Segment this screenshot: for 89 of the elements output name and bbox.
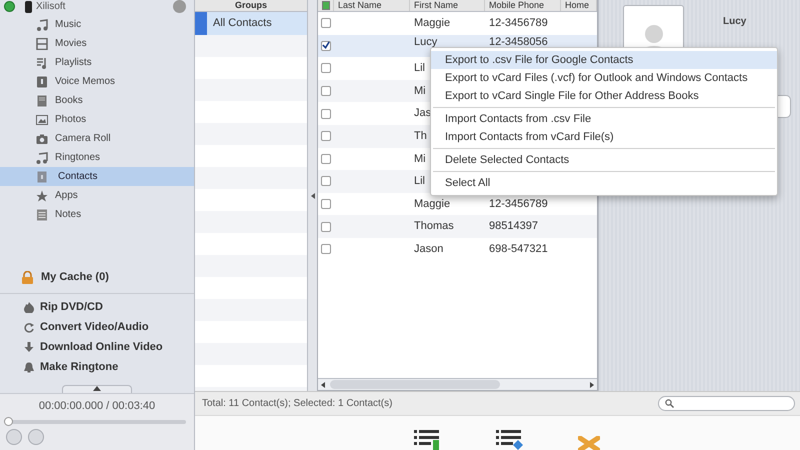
sidebar-item[interactable]: Voice Memos bbox=[0, 72, 194, 91]
row-checkbox[interactable] bbox=[321, 108, 331, 119]
horizontal-scrollbar[interactable] bbox=[318, 378, 597, 390]
sidebar-item[interactable]: Apps bbox=[0, 186, 194, 205]
music-note-icon bbox=[36, 152, 48, 164]
time-display: 00:00:00.000 / 00:03:40 bbox=[38, 398, 156, 414]
phone-icon bbox=[25, 0, 32, 12]
sidebar-item[interactable]: Ringtones bbox=[0, 148, 194, 167]
menu-item[interactable]: Export to .csv File for Google Contacts bbox=[431, 51, 777, 69]
menu-item[interactable]: Select All bbox=[431, 174, 777, 192]
row-checkbox[interactable] bbox=[321, 18, 331, 28]
star-icon bbox=[36, 190, 48, 202]
book-icon bbox=[36, 94, 48, 106]
memo-icon bbox=[36, 76, 48, 88]
table-cell-text: Lil bbox=[414, 61, 426, 76]
row-checkbox[interactable] bbox=[321, 40, 331, 51]
table-cell-text: Th bbox=[414, 129, 427, 144]
tool-item[interactable]: Download Online Video bbox=[0, 338, 194, 358]
row-checkbox[interactable] bbox=[321, 222, 331, 232]
table-cell-text: 12-3456789 bbox=[489, 196, 548, 212]
sidebar-item[interactable]: Photos bbox=[0, 110, 194, 129]
tool-item[interactable]: Convert Video/Audio bbox=[0, 318, 194, 338]
playlist-icon bbox=[36, 56, 48, 68]
table-cell-text: Thomas bbox=[414, 219, 454, 234]
column-header[interactable]: Home bbox=[561, 0, 597, 11]
column-header[interactable]: First Name bbox=[410, 0, 485, 11]
table-cell-text: Jason bbox=[414, 242, 444, 257]
flame-icon bbox=[24, 302, 34, 313]
camera-icon bbox=[36, 132, 48, 144]
up-arrow-icon bbox=[93, 386, 101, 390]
status-text: Total: 11 Contact(s); Selected: 1 Contact(s) bbox=[202, 397, 392, 411]
sidebar-item[interactable]: Movies bbox=[0, 34, 194, 53]
menu-item[interactable]: Export to vCard Files (.vcf) for Outlook and Windows Contacts bbox=[431, 69, 777, 87]
photo-icon bbox=[36, 114, 48, 126]
row-checkbox[interactable] bbox=[321, 176, 331, 186]
table-cell-text: Lil bbox=[414, 174, 426, 190]
column-header[interactable]: Last Name bbox=[334, 0, 410, 11]
table-cell-text: Maggie bbox=[414, 16, 450, 32]
menu-item[interactable]: Export to vCard Single File for Other Address Books bbox=[431, 87, 777, 105]
refresh-icon bbox=[24, 322, 34, 333]
splitter-arrow-icon[interactable] bbox=[310, 192, 314, 198]
tool-item[interactable]: Make Ringtone bbox=[0, 358, 194, 378]
sidebar-item[interactable]: Contacts bbox=[0, 167, 194, 186]
bell-icon bbox=[24, 362, 34, 373]
row-checkbox[interactable] bbox=[321, 131, 331, 142]
row-checkbox[interactable] bbox=[321, 199, 331, 210]
search-field[interactable] bbox=[658, 396, 795, 411]
lock-icon bbox=[22, 270, 33, 284]
table-cell-text: 98514397 bbox=[489, 219, 538, 234]
contact-name: Lucy bbox=[723, 15, 746, 29]
row-checkbox[interactable] bbox=[321, 63, 331, 74]
sidebar-item[interactable]: Notes bbox=[0, 205, 194, 224]
table-cell: Lucy bbox=[414, 36, 438, 48]
table-cell-text: Maggie bbox=[414, 196, 450, 212]
sidebar-item[interactable]: Books bbox=[0, 91, 194, 110]
import-list-icon[interactable] bbox=[414, 428, 442, 450]
row-checkbox[interactable] bbox=[321, 244, 331, 254]
cache-label[interactable]: My Cache (0) bbox=[41, 268, 109, 286]
table-cell: 12-3458056 bbox=[489, 36, 548, 48]
progress-thumb[interactable] bbox=[4, 417, 13, 426]
table-cell-text: Mi bbox=[414, 152, 426, 167]
music-note-icon bbox=[36, 18, 48, 30]
tool-item[interactable]: Rip DVD/CD bbox=[0, 298, 194, 318]
menu-item[interactable]: Import Contacts from vCard File(s) bbox=[431, 128, 777, 146]
film-icon bbox=[36, 38, 48, 50]
device-name[interactable]: Xilisoft bbox=[36, 0, 66, 12]
select-all-checkbox[interactable] bbox=[322, 1, 330, 10]
sidebar-item[interactable]: Music bbox=[0, 15, 194, 34]
menu-item[interactable]: Import Contacts from .csv File bbox=[431, 110, 777, 128]
row-checkbox[interactable] bbox=[321, 86, 331, 96]
group-item[interactable]: All Contacts bbox=[195, 12, 307, 35]
collapse-handle[interactable] bbox=[62, 384, 132, 392]
row-checkbox[interactable] bbox=[321, 154, 331, 164]
scrollbar-thumb[interactable] bbox=[330, 380, 500, 389]
down-arrow-icon bbox=[24, 342, 34, 353]
delete-icon[interactable] bbox=[578, 436, 600, 450]
column-header: Groups bbox=[195, 0, 307, 12]
column-header[interactable]: Mobile Phone bbox=[485, 0, 561, 11]
table-cell-text: 698-547321 bbox=[489, 242, 548, 257]
sidebar-item[interactable]: Playlists bbox=[0, 53, 194, 72]
sidebar-item[interactable]: Camera Roll bbox=[0, 129, 194, 148]
table-cell-text: 12-3456789 bbox=[489, 16, 548, 32]
table-cell-text: Mi bbox=[414, 84, 426, 99]
export-list-icon[interactable] bbox=[496, 428, 524, 450]
status-icon bbox=[4, 1, 15, 12]
notes-icon bbox=[36, 208, 48, 220]
table-cell-text: Jas bbox=[414, 106, 432, 122]
menu-item[interactable]: Delete Selected Contacts bbox=[431, 151, 777, 169]
search-icon bbox=[665, 399, 674, 408]
